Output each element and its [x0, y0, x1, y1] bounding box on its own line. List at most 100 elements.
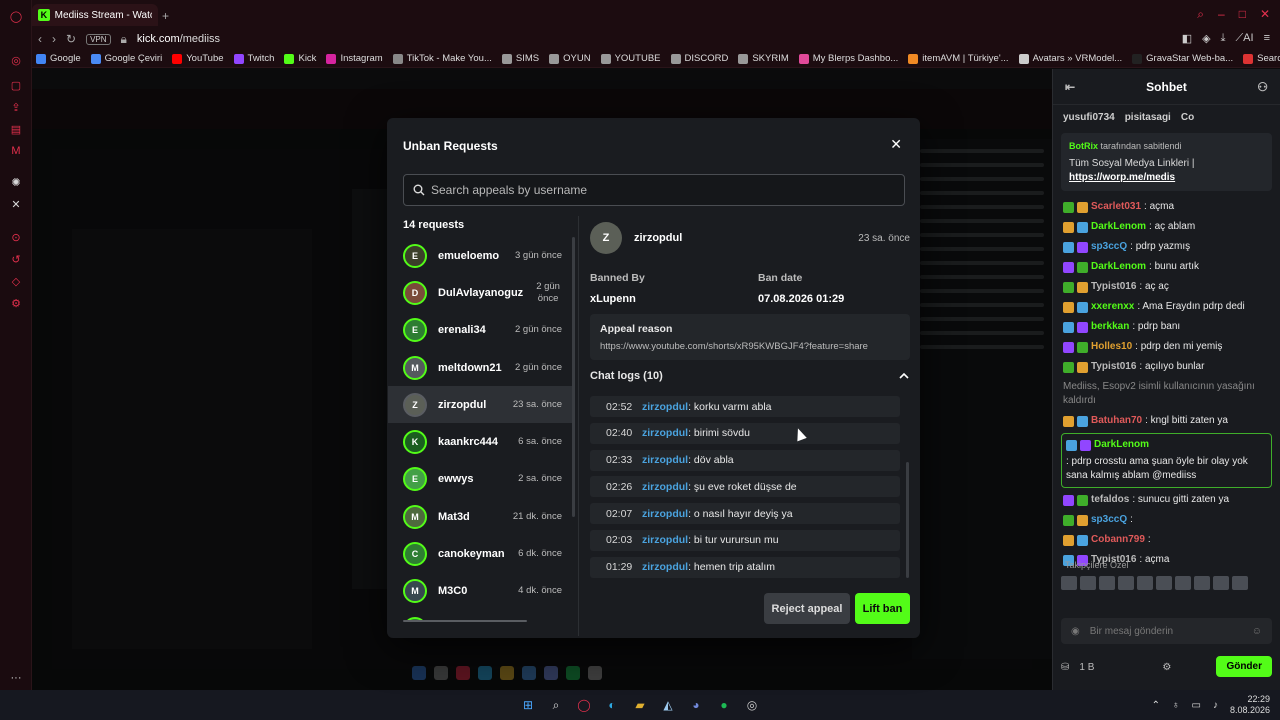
bookmark-item[interactable]: Search | RipperSto...: [1243, 53, 1280, 64]
camera-icon[interactable]: ◧: [1182, 32, 1192, 45]
send-button[interactable]: Gönder: [1216, 656, 1272, 677]
clock[interactable]: 22:29 8.08.2026: [1230, 694, 1270, 716]
chat-username[interactable]: sp3ccQ: [1091, 513, 1127, 527]
chat-username[interactable]: Holles10: [1091, 340, 1132, 354]
aria-icon[interactable]: ◎: [8, 52, 24, 68]
bookmark-item[interactable]: Kick: [284, 53, 316, 64]
speed-dial-icon[interactable]: ▢: [8, 77, 24, 93]
emote-3[interactable]: [1099, 576, 1115, 590]
player-icon[interactable]: ⊙: [8, 229, 24, 245]
pinboard-icon[interactable]: ◇: [8, 273, 24, 289]
volume-icon[interactable]: ♪: [1213, 700, 1218, 711]
emote-4[interactable]: [1118, 576, 1134, 590]
chat-info-icon[interactable]: ◉: [1071, 626, 1080, 637]
messenger-icon[interactable]: ▤: [8, 121, 24, 137]
back-icon[interactable]: ‹: [38, 32, 42, 46]
detail-scrollbar[interactable]: [906, 462, 909, 578]
bookmark-item[interactable]: OYUN: [549, 53, 591, 64]
bookmark-item[interactable]: SKYRIM: [738, 53, 789, 64]
emote-2[interactable]: [1080, 576, 1096, 590]
chat-username[interactable]: xxerenxx: [1091, 300, 1134, 314]
chat-username[interactable]: berkkan: [1091, 320, 1129, 334]
maximize-icon[interactable]: □: [1239, 7, 1246, 22]
chevron-up-icon[interactable]: [898, 370, 910, 382]
emote-5[interactable]: [1137, 576, 1153, 590]
bookmark-item[interactable]: Avatars » VRModel...: [1018, 53, 1122, 64]
chat-username[interactable]: Cobann799: [1091, 533, 1145, 547]
bookmark-item[interactable]: itemAVM | Türkiye'...: [908, 53, 1009, 64]
request-item[interactable]: Kkaankrc444 6 sa. önce: [388, 423, 574, 460]
kick-points-icon[interactable]: ⛁: [1061, 662, 1069, 673]
chat-input[interactable]: ◉ Bir mesaj gönderin ☺: [1061, 618, 1272, 644]
emote-6[interactable]: [1156, 576, 1172, 590]
list-horizontal-scrollbar[interactable]: [403, 620, 527, 622]
lift-ban-button[interactable]: Lift ban: [855, 593, 910, 624]
flow-icon[interactable]: ⇪: [8, 99, 24, 115]
mail-icon[interactable]: M: [8, 143, 24, 159]
bookmark-item[interactable]: GravaStar Web-ba...: [1132, 53, 1233, 64]
menu-icon[interactable]: ≡: [1264, 32, 1270, 45]
more-icon[interactable]: ···: [8, 670, 24, 686]
gifter-name[interactable]: Co: [1181, 112, 1194, 123]
bookmark-item[interactable]: My Blerps Dashbo...: [798, 53, 898, 64]
request-item[interactable]: M Mat3d 21 dk. önce: [388, 498, 574, 535]
emote-10[interactable]: [1232, 576, 1248, 590]
history-icon[interactable]: ↺: [8, 251, 24, 267]
spotify-icon[interactable]: ●: [715, 696, 733, 714]
chat-username[interactable]: Scarlet031: [1091, 200, 1141, 214]
list-scrollbar[interactable]: [572, 237, 575, 517]
close-icon[interactable]: ✕: [890, 136, 902, 153]
request-item[interactable]: M M3C0 4 dk. önce: [388, 573, 574, 610]
chat-username[interactable]: DarkLenom: [1091, 260, 1146, 274]
chat-logs-header[interactable]: Chat logs (10): [590, 370, 910, 382]
opera-logo-icon[interactable]: ◯: [8, 8, 24, 24]
request-item[interactable]: Mmeltdown21 2 gün önce: [388, 349, 574, 386]
emote-9[interactable]: [1213, 576, 1229, 590]
emoji-icon[interactable]: ☺: [1252, 626, 1262, 637]
chat-username[interactable]: Typist016: [1091, 360, 1136, 374]
bookmark-item[interactable]: Google: [36, 53, 81, 64]
chat-username[interactable]: DarkLenom: [1091, 220, 1146, 234]
opera-icon[interactable]: ◯: [575, 696, 593, 714]
x-icon[interactable]: ✕: [8, 196, 24, 212]
chat-settings-icon[interactable]: ⚙: [1162, 662, 1171, 673]
search-tabs-icon[interactable]: ⌕: [1197, 7, 1204, 22]
chat-username[interactable]: Typist016: [1091, 280, 1136, 294]
shield-icon[interactable]: ◈: [1202, 32, 1210, 45]
search-input[interactable]: [431, 183, 891, 197]
collapse-chat-icon[interactable]: ⇤: [1065, 80, 1075, 94]
browser-tab[interactable]: K Mediiss Stream - Watch Liv: [32, 4, 158, 26]
aria-ai-button[interactable]: ⟋AI: [1235, 32, 1253, 45]
bookmark-item[interactable]: SIMS: [501, 53, 539, 64]
request-item[interactable]: Eemueloemo 3 gün önce: [388, 237, 574, 274]
steam-icon[interactable]: ◭: [659, 696, 677, 714]
file-explorer-icon[interactable]: ▰: [631, 696, 649, 714]
network-icon[interactable]: ▭: [1192, 700, 1201, 711]
bookmark-item[interactable]: Instagram: [326, 53, 383, 64]
bookmark-item[interactable]: YOUTUBE: [600, 53, 661, 64]
bookmark-item[interactable]: DISCORD: [670, 53, 728, 64]
chat-username[interactable]: Batuhan70: [1091, 414, 1142, 428]
chat-username[interactable]: sp3ccQ: [1091, 240, 1127, 254]
start-icon[interactable]: ⊞: [519, 696, 537, 714]
chrome-icon[interactable]: ◎: [743, 696, 761, 714]
new-tab-icon[interactable]: +: [162, 9, 169, 23]
url-field[interactable]: kick.com/mediiss: [137, 33, 220, 45]
search-field[interactable]: [403, 174, 905, 206]
reload-icon[interactable]: ↻: [66, 32, 76, 46]
edge-icon[interactable]: ◐: [603, 696, 621, 714]
emote-7[interactable]: [1175, 576, 1191, 590]
chat-username[interactable]: DarkLenom: [1094, 438, 1149, 452]
tray-chevron-icon[interactable]: ⌃: [1152, 700, 1160, 711]
discord-icon[interactable]: ◕: [687, 696, 705, 714]
forward-icon[interactable]: ›: [52, 32, 56, 46]
pinned-link[interactable]: https://worp.me/medis: [1069, 172, 1175, 183]
request-item[interactable]: Eewwys 2 sa. önce: [388, 461, 574, 498]
gifter-name[interactable]: pisitasagi: [1125, 112, 1171, 123]
bookmark-item[interactable]: Twitch: [233, 53, 274, 64]
bookmark-item[interactable]: Google Çeviri: [90, 53, 162, 64]
chat-users-icon[interactable]: ⚇: [1257, 80, 1268, 94]
close-window-icon[interactable]: ✕: [1260, 7, 1270, 22]
request-item[interactable]: Zzirzopdul 23 sa. önce: [388, 386, 574, 424]
gifter-name[interactable]: yusufi0734: [1063, 112, 1115, 123]
